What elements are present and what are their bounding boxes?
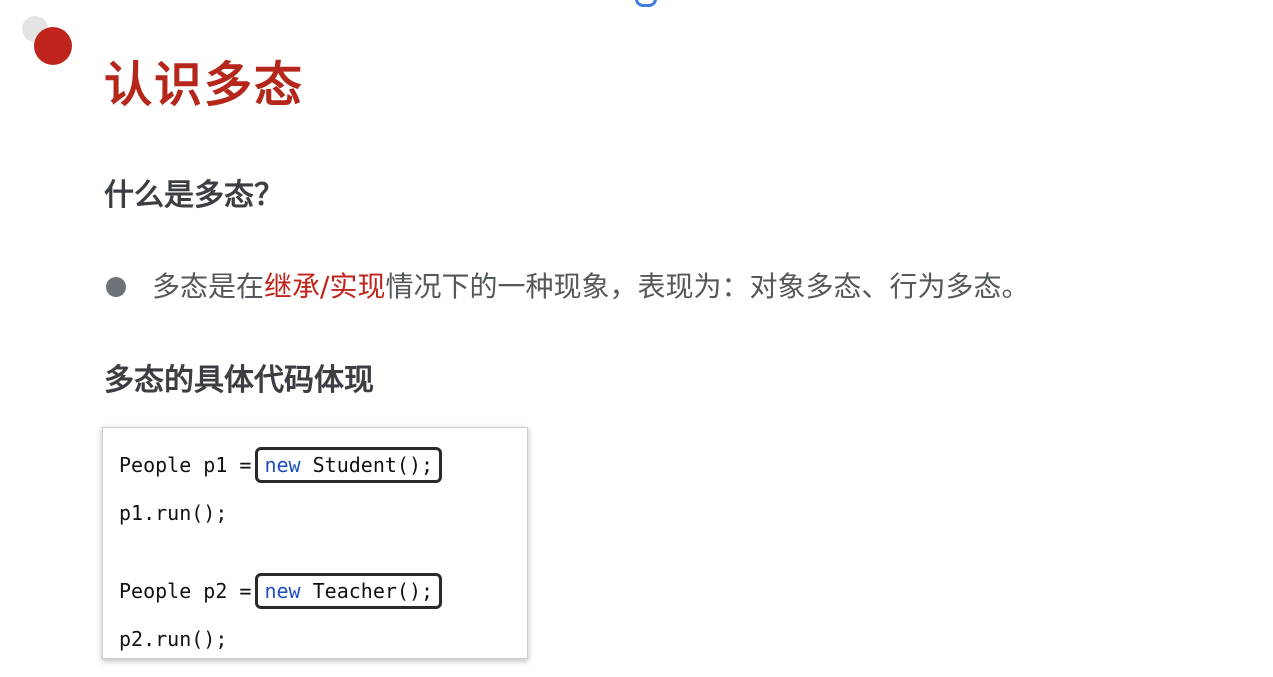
bullet-text-before: 多态是在 — [152, 270, 265, 303]
code-constructor-call: Teacher(); — [300, 579, 434, 603]
code-line-3-prefix: People p2 = — [119, 579, 252, 603]
heading-what-is-polymorphism: 什么是多态？ — [104, 178, 284, 213]
top-edge-mark — [635, 0, 657, 7]
decorative-dot-red — [34, 27, 72, 65]
heading-code-example: 多态的具体代码体现 — [104, 363, 374, 398]
bullet-text-after: 情况下的一种现象，表现为：对象多态、行为多态。 — [385, 270, 1030, 303]
code-line-2: p1.run(); — [119, 501, 228, 525]
code-line-1: People p1 = new Student(); — [119, 447, 443, 483]
code-call-box-1: new Student(); — [255, 447, 443, 483]
code-call-box-2: new Teacher(); — [255, 573, 443, 609]
bullet-dot-icon — [106, 277, 126, 297]
code-line-1-prefix: People p1 = — [119, 453, 252, 477]
code-keyword-new: new — [264, 579, 301, 603]
code-line-4: p2.run(); — [119, 627, 228, 651]
bullet-text: 多态是在继承/实现情况下的一种现象，表现为：对象多态、行为多态。 — [152, 266, 1029, 308]
code-keyword-new: new — [264, 453, 301, 477]
bullet-item: 多态是在继承/实现情况下的一种现象，表现为：对象多态、行为多态。 — [106, 266, 1029, 308]
code-constructor-call: Student(); — [300, 453, 434, 477]
code-block: People p1 = new Student(); p1.run(); Peo… — [102, 427, 528, 659]
code-line-3: People p2 = new Teacher(); — [119, 573, 443, 609]
bullet-text-highlight: 继承/实现 — [264, 270, 386, 303]
slide-title: 认识多态 — [104, 57, 305, 113]
